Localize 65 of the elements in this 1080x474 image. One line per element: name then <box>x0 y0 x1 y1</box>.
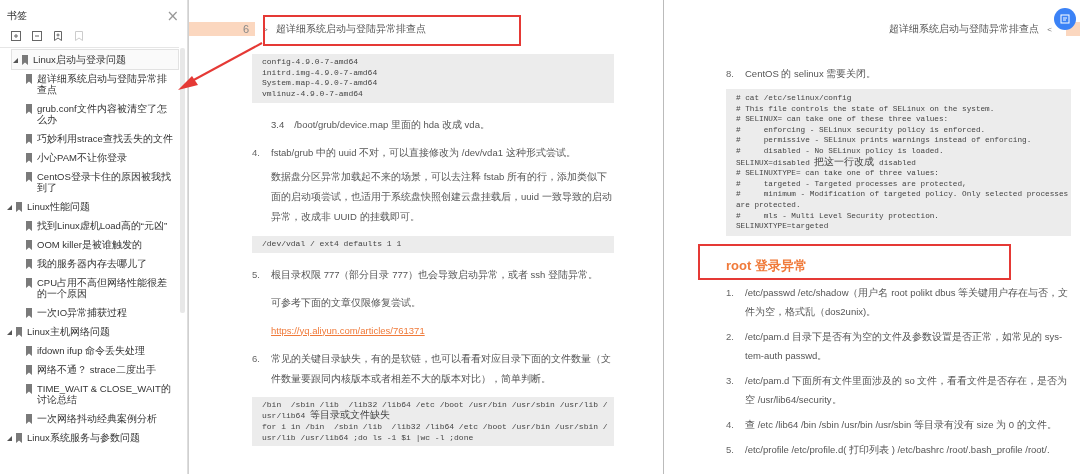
add-bookmark-icon[interactable] <box>52 30 64 42</box>
bookmark-item[interactable]: OOM killer是被谁触发的 <box>0 235 178 254</box>
running-header: 超详细系统启动与登陆异常排查点 <box>275 22 426 36</box>
list-number: 5. <box>726 442 735 457</box>
list-item-text: CentOS 的 selinux 需要关闭。 <box>745 67 877 81</box>
previous-page-link[interactable]: < <box>1047 24 1052 34</box>
list-number: 6. <box>252 351 261 366</box>
list-item-text: 根目录权限 777（部分目录 777）也会导致启动异常，或者 ssh 登陆异常。 <box>271 267 599 282</box>
list-number: 4. <box>252 145 261 160</box>
bookmark-item[interactable]: 超详细系统启动与登陆异常排查点 <box>0 69 178 99</box>
paragraph: 可参考下面的文章仅限修复尝试。 <box>270 295 422 310</box>
scrollbar-thumb[interactable] <box>180 48 185 313</box>
code-line: config-4.9.0-7-amd64 <box>262 57 359 68</box>
paragraph: 3.4 /boot/grub/device.map 里面的 hda 改成 vda。 <box>270 117 491 132</box>
expand-all-icon[interactable] <box>10 30 22 42</box>
bookmark-item[interactable]: 一次网络抖动经典案例分析 <box>0 409 178 428</box>
list-number: 4. <box>726 417 735 432</box>
list-number: 5. <box>252 267 261 282</box>
chevron-text: > <box>263 24 268 34</box>
list-item-text: 常见的关键目录缺失，有的是软链，也可以看看对应目录下面的文件数量（文件数量要跟同内核版本或者相差不大的版本对比），简单判断。 <box>271 351 612 386</box>
bookmark-item[interactable]: CentOS登录卡住的原因被我找到了 <box>0 167 178 197</box>
bookmark-item[interactable]: 小心PAM不让你登录 <box>0 148 178 167</box>
list-item-text: /etc/profile /etc/profile.d( 打印列表 ) /etc/bashrc /root/.bash_profile /root/. <box>745 442 1050 457</box>
list-number: 3. <box>726 373 735 388</box>
code-line: usr/lib64 等目录或文件缺失 <box>262 410 391 422</box>
bookmark-group[interactable]: Linux主机网络问题 <box>0 322 178 341</box>
bookmark-item[interactable]: TIME_WAIT & CLOSE_WAIT的讨论总结 <box>0 379 178 409</box>
code-line: usr/lib /usr/lib64 ;do ls -1 $i |wc -l ;done <box>262 432 475 444</box>
bookmark-item[interactable]: CPU占用不高但网络性能很差的一个原因 <box>0 273 178 303</box>
bookmark-group[interactable]: Linux性能问题 <box>0 197 178 216</box>
expander-icon[interactable] <box>6 204 13 211</box>
floating-action-button[interactable] <box>1054 8 1076 30</box>
bookmark-item[interactable]: grub.conf文件内容被清空了怎么办 <box>0 99 178 129</box>
expander-icon[interactable] <box>12 57 19 64</box>
bookmark-item[interactable]: 一次IO异常捕获过程 <box>0 303 178 322</box>
list-number: 2. <box>726 329 735 344</box>
list-number: 1. <box>726 285 735 300</box>
list-number: 8. <box>726 67 735 81</box>
collapse-all-icon[interactable] <box>31 30 43 42</box>
document-icon <box>1059 13 1071 25</box>
list-item-text: fstab/grub 中的 uuid 不对，可以直接修改为 /dev/vda1 这种形式尝试。 <box>271 145 576 160</box>
panel-title: 书签 <box>7 9 27 23</box>
code-line: /bin /sbin /lib /lib32 /lib64 /etc /boot /usr/bin /usr/sbin /usr/lib / <box>262 399 609 409</box>
list-item-text: 查 /etc /lib64 /bin /sbin /usr/bin /usr/sbin 等目录有没有 size 为 0 的文件。 <box>745 417 1057 432</box>
bookmark-group[interactable]: Linux启动与登录问题 <box>12 50 178 69</box>
code-line: System.map-4.9.0-7-amd64 <box>262 78 379 90</box>
code-line: initrd.img-4.9.0-7-amd64 <box>262 67 379 79</box>
bookmark-item[interactable]: 找到Linux虚机Load高的“元凶” <box>0 216 178 235</box>
code-line: vmlinuz-4.9.0-7-amd64 <box>262 89 364 100</box>
bookmark-icon <box>26 104 32 114</box>
bookmark-group[interactable]: Linux系统服务与参数问题 <box>0 428 178 447</box>
paragraph: 数据盘分区异常加载起不来的场景，可以去注释 fstab 所有的行，添加类似下面的启动项尝试，也适用于系统盘快照创建云盘挂载后，uuid 一致导致的启动异常，改成非 UUID 的挂载即可。 <box>270 169 613 224</box>
bookmark-item[interactable]: 巧妙利用strace查找丢失的文件 <box>0 129 178 148</box>
list-item-text: /etc/passwd /etc/shadow（用户名 root polikt dbus 等关键用户存在与否，文件为空，格式乱（dos2unix)。 <box>745 285 1070 319</box>
code-line: for i in /bin /sbin /lib /lib32 /lib64 /etc /boot /usr/bin /usr/sbin / <box>262 421 609 433</box>
bookmark-item[interactable]: ifdown ifup 命令丢失处理 <box>0 341 178 360</box>
list-item-text: /etc/pam.d 目录下是否有为空的文件及参数设置是否正常，如常见的 sys-tem-auth passwd。 <box>745 329 1064 363</box>
bookmark-item[interactable]: 网络不通？ strace二度出手 <box>0 360 178 379</box>
expander-icon[interactable] <box>6 435 13 442</box>
list-item-text: /etc/pam.d 下面所有文件里面涉及的 so 文件，看看文件是否存在，是否为空 /usr/lib64/security。 <box>745 373 1069 407</box>
running-header: 超详细系统启动与登陆异常排查点 <box>889 22 1040 36</box>
expander-icon[interactable] <box>6 329 13 336</box>
section-heading: root 登录异常 <box>726 257 808 274</box>
code-line: /dev/vdal / ext4 defaults 1 1 <box>262 238 403 250</box>
bookmark-item[interactable]: 我的服务器内存去哪儿了 <box>0 254 178 273</box>
